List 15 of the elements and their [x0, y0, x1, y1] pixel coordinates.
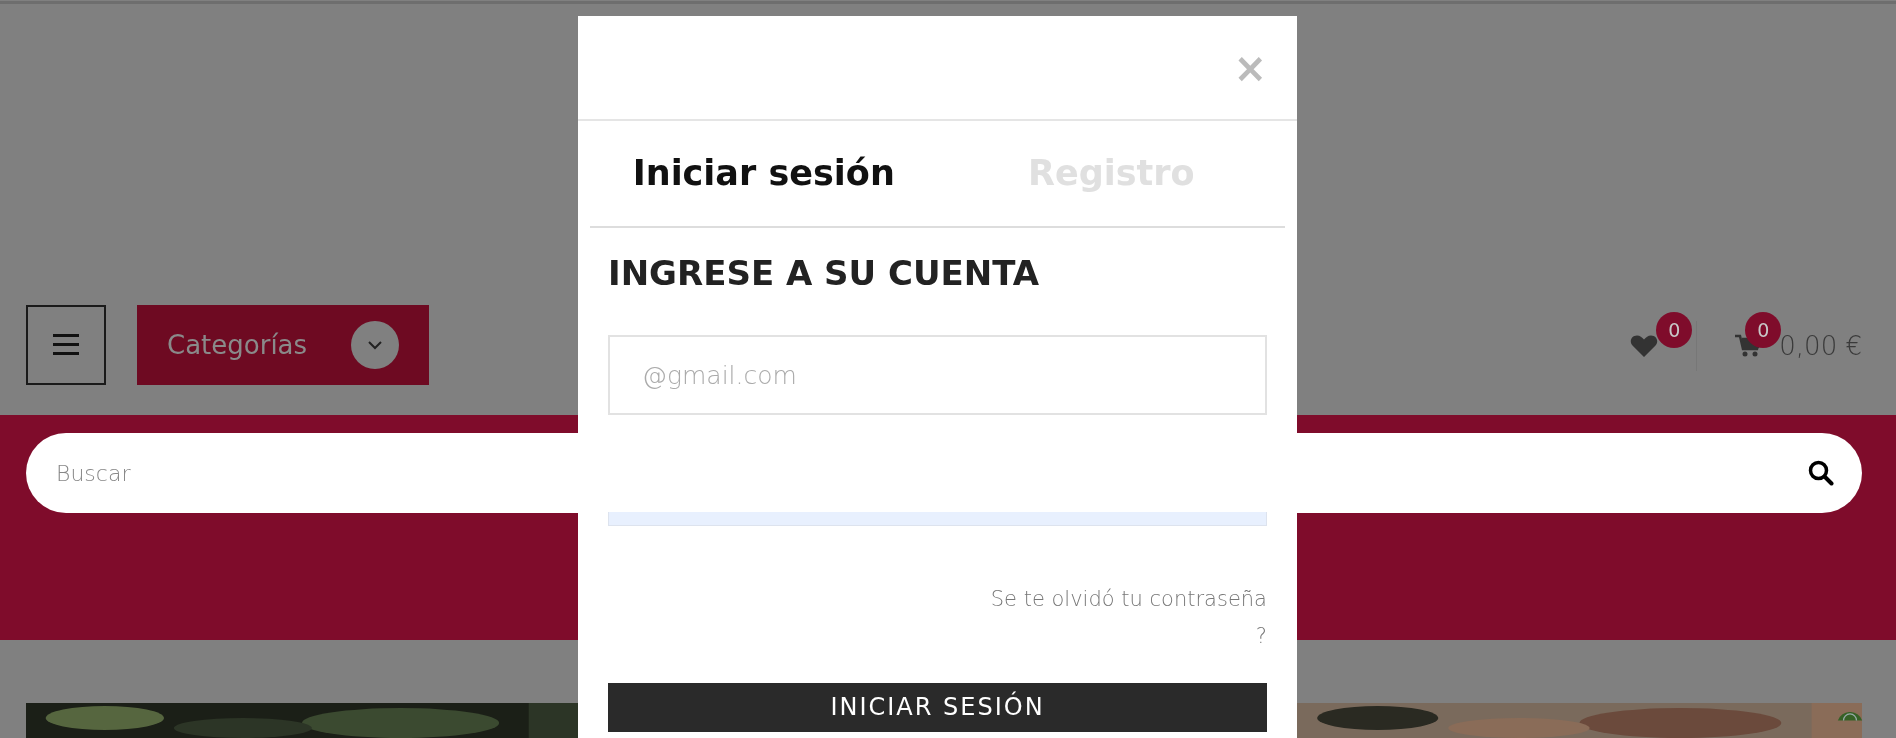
cart-total: 0,00 €	[1779, 329, 1862, 363]
wishlist-count-badge: 0	[1656, 312, 1693, 348]
menu-button[interactable]	[26, 305, 106, 385]
forgot-password-link[interactable]: Se te olvidó tu contraseña ?	[977, 581, 1267, 655]
password-field[interactable]	[608, 512, 1267, 526]
menu-icon	[53, 334, 79, 356]
cart-count-badge: 0	[1745, 312, 1782, 348]
heart-icon[interactable]	[1630, 334, 1659, 358]
form-heading: INGRESE A SU CUENTA	[608, 252, 1041, 295]
login-button[interactable]: INICIAR SESIÓN	[608, 682, 1267, 732]
chevron-down-icon	[351, 321, 399, 369]
search-icon[interactable]	[1808, 460, 1834, 486]
tab[interactable]: Iniciar sesión	[590, 121, 938, 226]
categories-button[interactable]: Categorías	[137, 305, 429, 385]
email-field[interactable]: @gmail.com	[608, 335, 1267, 415]
